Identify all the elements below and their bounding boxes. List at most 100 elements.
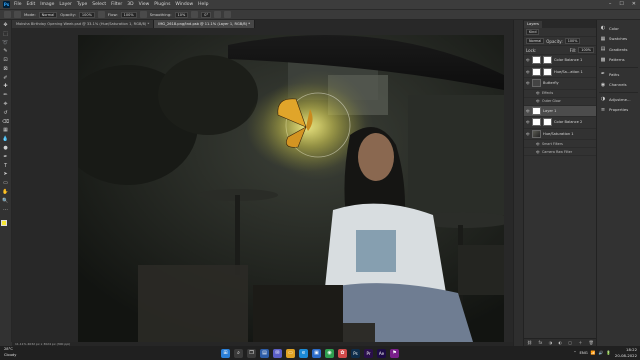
chevron-up-icon[interactable]: ⌃ bbox=[573, 350, 576, 355]
menu-image[interactable]: Image bbox=[40, 2, 54, 7]
brush-preset-icon[interactable] bbox=[4, 11, 11, 18]
document-tab[interactable]: Moksha Birthday Opening Week.psd @ 33.1%… bbox=[12, 20, 155, 28]
layer-row[interactable]: 👁 Color Balance 1 bbox=[524, 55, 596, 67]
chrome-icon[interactable]: ◉ bbox=[325, 348, 334, 358]
language-indicator[interactable]: ENG bbox=[580, 350, 588, 355]
layer-effect-row[interactable]: 👁 Smart Filters bbox=[524, 140, 596, 148]
aftereffects-icon[interactable]: Ae bbox=[377, 348, 386, 358]
eye-icon[interactable]: 👁 bbox=[526, 70, 530, 74]
windows-start-icon[interactable]: ⊞ bbox=[221, 348, 230, 358]
tab-layers[interactable]: Layers bbox=[524, 21, 542, 28]
menu-file[interactable]: File bbox=[14, 2, 22, 7]
zoom-icon[interactable]: 🔍 bbox=[2, 198, 9, 205]
angle-field[interactable]: 0° bbox=[201, 11, 212, 18]
layer-row[interactable]: 👁 Layer 1 bbox=[524, 105, 596, 117]
more-icon[interactable]: … bbox=[2, 207, 9, 213]
healing-icon[interactable]: ✚ bbox=[2, 84, 9, 90]
eye-icon[interactable]: 👁 bbox=[536, 150, 540, 154]
smoothing-settings-icon[interactable] bbox=[191, 11, 199, 18]
layer-opacity-field[interactable]: 100% bbox=[564, 38, 581, 44]
battery-icon[interactable]: 🔋 bbox=[606, 350, 611, 355]
quick-select-icon[interactable]: ✎ bbox=[2, 49, 9, 55]
type-icon[interactable]: T bbox=[2, 163, 9, 170]
foreground-color[interactable] bbox=[0, 220, 7, 227]
stamp-icon[interactable]: ⎈ bbox=[2, 101, 9, 108]
panel-patterns[interactable]: ▩ Patterns bbox=[597, 55, 640, 66]
panel-color[interactable]: ◐ Color bbox=[597, 23, 640, 34]
task-view-icon[interactable]: ❐ bbox=[247, 348, 256, 358]
minimize-icon[interactable]: – bbox=[609, 1, 612, 7]
pressure-opacity-icon[interactable] bbox=[97, 11, 105, 18]
frame-icon[interactable]: ⊠ bbox=[2, 66, 9, 73]
eraser-icon[interactable]: ⌫ bbox=[2, 119, 9, 126]
panel-channels[interactable]: ◉ Channels bbox=[597, 80, 640, 91]
airbrush-icon[interactable] bbox=[139, 11, 147, 18]
panel-adjustme[interactable]: ◑ Adjustme... bbox=[597, 94, 640, 105]
premiere-icon[interactable]: Pr bbox=[364, 348, 373, 358]
close-icon[interactable]: ✕ bbox=[632, 1, 636, 7]
blur-icon[interactable]: 💧 bbox=[2, 137, 9, 143]
eye-icon[interactable]: 👁 bbox=[526, 109, 530, 113]
menu-layer[interactable]: Layer bbox=[59, 2, 72, 7]
pressure-size-icon[interactable] bbox=[214, 11, 222, 18]
photoshop-icon[interactable]: Ps bbox=[351, 348, 360, 358]
volume-icon[interactable]: 🔊 bbox=[598, 350, 603, 355]
panel-properties[interactable]: ≡ Properties bbox=[597, 105, 640, 116]
crop-icon[interactable]: ⊡ bbox=[2, 58, 9, 64]
fill-field[interactable]: 100% bbox=[578, 47, 594, 53]
menu-help[interactable]: Help bbox=[198, 2, 208, 7]
rectangle-icon[interactable]: ▭ bbox=[2, 180, 9, 187]
eye-icon[interactable]: 👁 bbox=[526, 58, 530, 62]
color-swatches[interactable] bbox=[0, 220, 11, 230]
menu-select[interactable]: Select bbox=[92, 2, 106, 7]
photos-icon[interactable]: ✿ bbox=[338, 348, 347, 358]
pen-icon[interactable]: ✒ bbox=[2, 154, 9, 161]
history-brush-icon[interactable]: ↺ bbox=[2, 110, 9, 117]
clock[interactable]: 18:22 20-08-2022 bbox=[615, 347, 637, 358]
layer-effect-row[interactable]: 👁 Effects bbox=[524, 90, 596, 98]
dodge-icon[interactable]: ● bbox=[2, 145, 9, 152]
eye-icon[interactable]: 👁 bbox=[526, 81, 530, 85]
eyedropper-icon[interactable]: ✐ bbox=[2, 75, 9, 82]
hand-icon[interactable]: ✋ bbox=[2, 189, 9, 196]
fx-icon[interactable]: fx bbox=[539, 340, 543, 345]
app-icon[interactable]: ⚑ bbox=[390, 348, 399, 358]
document-canvas[interactable] bbox=[78, 35, 504, 342]
kind-filter[interactable]: Kind bbox=[526, 29, 540, 35]
adjustment-icon[interactable]: ◐ bbox=[558, 340, 562, 345]
flow-field[interactable]: 100% bbox=[120, 11, 137, 18]
menu-3d[interactable]: 3D bbox=[127, 2, 133, 7]
gradient-icon[interactable]: ▦ bbox=[2, 128, 9, 134]
trash-icon[interactable]: 🗑 bbox=[589, 340, 594, 345]
smoothing-field[interactable]: 10% bbox=[174, 11, 189, 18]
group-icon[interactable]: ▢ bbox=[568, 340, 572, 345]
eye-icon[interactable]: 👁 bbox=[536, 91, 540, 95]
blend-mode-select[interactable]: Normal bbox=[526, 38, 545, 44]
eye-icon[interactable]: 👁 bbox=[536, 99, 540, 103]
eye-icon[interactable]: 👁 bbox=[526, 132, 530, 136]
panel-paths[interactable]: ✒ Paths bbox=[597, 69, 640, 80]
brush-settings-icon[interactable] bbox=[14, 11, 21, 18]
wifi-icon[interactable]: 📶 bbox=[591, 350, 596, 355]
lasso-icon[interactable]: ➰ bbox=[2, 40, 9, 47]
edge-icon[interactable]: e bbox=[299, 348, 308, 358]
opacity-field[interactable]: 100% bbox=[78, 11, 95, 18]
path-select-icon[interactable]: ➤ bbox=[2, 172, 9, 178]
menu-type[interactable]: Type bbox=[77, 2, 87, 7]
weather-widget[interactable]: 28°C Cloudy bbox=[4, 347, 16, 358]
layer-effect-row[interactable]: 👁 Outer Glow bbox=[524, 98, 596, 106]
chat-icon[interactable]: ✉ bbox=[273, 348, 282, 358]
layer-row[interactable]: 👁 Hue/Sa...ation 1 bbox=[524, 67, 596, 78]
panel-swatches[interactable]: ▦ Swatches bbox=[597, 34, 640, 45]
symmetry-icon[interactable] bbox=[224, 11, 232, 18]
panel-gradients[interactable]: ▤ Gradients bbox=[597, 44, 640, 55]
widgets-icon[interactable]: ▤ bbox=[260, 348, 269, 358]
menu-edit[interactable]: Edit bbox=[27, 2, 36, 7]
search-icon[interactable]: ⌕ bbox=[234, 348, 243, 358]
eye-icon[interactable]: 👁 bbox=[526, 120, 530, 124]
layer-row[interactable]: 👁 Color Balance 2 bbox=[524, 117, 596, 129]
eye-icon[interactable]: 👁 bbox=[536, 142, 540, 146]
explorer-icon[interactable]: ▭ bbox=[286, 348, 295, 358]
menu-window[interactable]: Window bbox=[175, 2, 193, 7]
new-layer-icon[interactable]: ＋ bbox=[578, 340, 582, 346]
